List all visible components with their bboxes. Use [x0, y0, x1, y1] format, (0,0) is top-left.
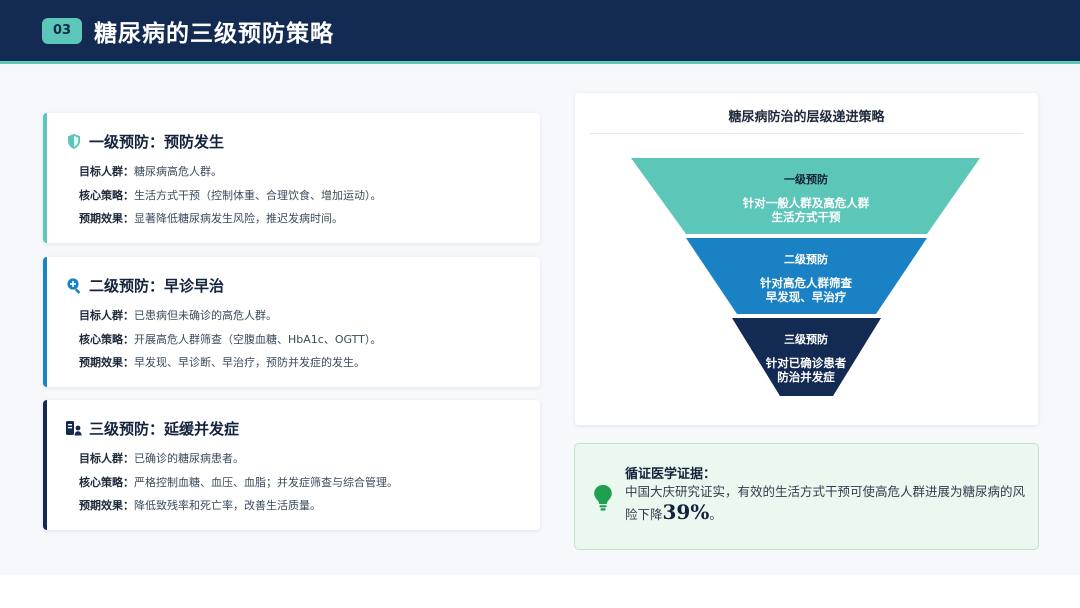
- funnel-level-2-line1: 针对高危人群筛查: [760, 276, 852, 290]
- row-label: 核心策略：: [79, 332, 134, 346]
- funnel-level-3-line2: 防治并发症: [777, 370, 835, 384]
- card-title: 二级预防：早诊早治: [89, 277, 225, 295]
- evidence-text: 中国大庆研究证实，有效的生活方式干预可使高危人群进展为糖尿病的风险下降39%。: [625, 481, 1025, 525]
- core-strategy-row: 核心策略：生活方式干预（控制体重、合理饮食、增加运动）。: [79, 184, 382, 208]
- shield-icon: [65, 133, 83, 151]
- card-header: 一级预防：预防发生: [65, 131, 224, 152]
- row-label: 核心策略：: [79, 475, 134, 489]
- footer-strip: [0, 575, 1080, 608]
- row-label: 预期效果：: [79, 499, 134, 512]
- search-plus-icon: [65, 277, 83, 295]
- lightbulb-icon: [593, 484, 613, 516]
- row-label: 预期效果：: [79, 212, 134, 225]
- section-number-badge: 03: [42, 17, 82, 44]
- row-label: 目标人群：: [79, 309, 134, 322]
- evidence-title: 循证医学证据：: [625, 467, 717, 482]
- expected-effect-row: 预期效果：早发现、早诊断、早治疗，预防并发症的发生。: [79, 351, 381, 375]
- funnel-diagram: 一级预防 针对一般人群及高危人群 生活方式干预 二级预防 针对高危人群筛查 早发…: [631, 158, 980, 396]
- row-value: 显著降低糖尿病发生风险，推迟发病时间。: [134, 212, 343, 225]
- row-value: 生活方式干预（控制体重、合理饮食、增加运动）。: [134, 188, 382, 202]
- row-value: 糖尿病高危人群。: [134, 165, 222, 178]
- target-group-row: 目标人群：已确诊的糖尿病患者。: [79, 447, 398, 471]
- funnel-level-3-line1: 针对已确诊患者: [766, 356, 847, 370]
- card-title: 三级预防：延缓并发症: [89, 420, 240, 438]
- card-details: 目标人群：糖尿病高危人群。 核心策略：生活方式干预（控制体重、合理饮食、增加运动…: [79, 160, 382, 231]
- evidence-suffix: 。: [709, 507, 722, 522]
- funnel-level-3-name: 三级预防: [784, 332, 828, 346]
- funnel-level-2-name: 二级预防: [784, 252, 828, 266]
- funnel-level-1-line2: 生活方式干预: [772, 210, 841, 224]
- row-value: 严格控制血糖、血压、血脂；并发症筛查与综合管理。: [134, 475, 398, 489]
- card-header: 三级预防：延缓并发症: [65, 418, 239, 439]
- prevention-card-secondary: 二级预防：早诊早治 目标人群：已患病但未确诊的高危人群。 核心策略：开展高危人群…: [43, 257, 540, 387]
- row-value: 降低致残率和死亡率，改善生活质量。: [134, 499, 321, 512]
- prevention-card-tertiary: 三级预防：延缓并发症 目标人群：已确诊的糖尿病患者。 核心策略：严格控制血糖、血…: [43, 400, 540, 530]
- expected-effect-row: 预期效果：显著降低糖尿病发生风险，推迟发病时间。: [79, 207, 382, 231]
- funnel-level-1-line1: 针对一般人群及高危人群: [743, 196, 870, 210]
- card-title: 一级预防：预防发生: [89, 133, 225, 151]
- patient-care-icon: [65, 420, 83, 438]
- core-strategy-row: 核心策略：开展高危人群筛查（空腹血糖、HbA1c、OGTT）。: [79, 328, 381, 352]
- row-label: 核心策略：: [79, 188, 134, 202]
- page-title: 糖尿病的三级预防策略: [94, 20, 334, 47]
- card-details: 目标人群：已患病但未确诊的高危人群。 核心策略：开展高危人群筛查（空腹血糖、Hb…: [79, 304, 381, 375]
- funnel-panel: 糖尿病防治的层级递进策略 一级预防 针对一般人群及高危人群 生活方式干预 二级预…: [575, 93, 1038, 425]
- core-strategy-row: 核心策略：严格控制血糖、血压、血脂；并发症筛查与综合管理。: [79, 471, 398, 495]
- row-value: 已患病但未确诊的高危人群。: [134, 309, 277, 322]
- prevention-card-primary: 一级预防：预防发生 目标人群：糖尿病高危人群。 核心策略：生活方式干预（控制体重…: [43, 113, 540, 243]
- row-label: 目标人群：: [79, 452, 134, 465]
- card-details: 目标人群：已确诊的糖尿病患者。 核心策略：严格控制血糖、血压、血脂；并发症筛查与…: [79, 447, 398, 518]
- card-header: 二级预防：早诊早治: [65, 275, 224, 296]
- row-label: 目标人群：: [79, 165, 134, 178]
- evidence-panel: 循证医学证据： 中国大庆研究证实，有效的生活方式干预可使高危人群进展为糖尿病的风…: [574, 443, 1039, 550]
- target-group-row: 目标人群：已患病但未确诊的高危人群。: [79, 304, 381, 328]
- funnel-level-1-name: 一级预防: [784, 172, 828, 186]
- row-value: 开展高危人群筛查（空腹血糖、HbA1c、OGTT）。: [134, 332, 382, 346]
- risk-reduction-value: 39%: [662, 500, 710, 524]
- row-value: 已确诊的糖尿病患者。: [134, 452, 244, 465]
- row-label: 预期效果：: [79, 356, 134, 369]
- funnel-level-2-line2: 早发现、早治疗: [766, 290, 847, 304]
- row-value: 早发现、早诊断、早治疗，预防并发症的发生。: [134, 356, 365, 369]
- expected-effect-row: 预期效果：降低致残率和死亡率，改善生活质量。: [79, 494, 398, 518]
- header-bar: 03 糖尿病的三级预防策略: [0, 0, 1080, 64]
- target-group-row: 目标人群：糖尿病高危人群。: [79, 160, 382, 184]
